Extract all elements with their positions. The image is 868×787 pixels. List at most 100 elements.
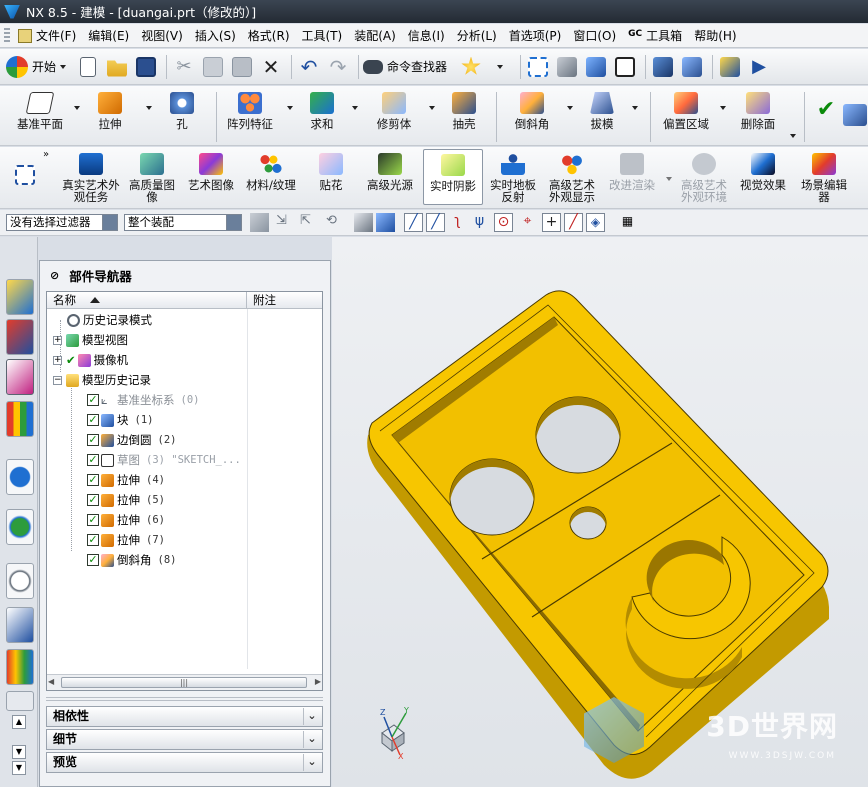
unite-button[interactable]: 求和 [302,92,342,130]
advanced-studio-display-button[interactable]: 高级艺术外观显示 [544,153,600,203]
datum-plane-button[interactable]: 基准平面 [10,92,70,130]
high-quality-image-button[interactable]: 高质量图像 [124,153,180,203]
select-body-icon[interactable]: ⟲ [326,213,345,232]
offset-region-button[interactable]: 偏置区域 [656,92,716,130]
snap-intersection-icon[interactable]: ψ [470,213,489,232]
chevron-down-icon[interactable] [632,106,638,110]
grid-icon[interactable]: ▦ [618,213,637,232]
select-edge-icon[interactable]: ⇱ [300,213,319,232]
open-button[interactable] [104,53,130,81]
save-button[interactable] [133,53,159,81]
tree-item-extrude-7[interactable]: ✓ 拉伸 (7) [87,530,165,550]
menu-preferences[interactable]: 首选项(P) [509,27,562,44]
checkbox[interactable]: ✓ [87,494,99,506]
checkbox[interactable]: ✓ [87,514,99,526]
pattern-feature-button[interactable]: 阵列特征 [222,92,278,130]
pin-icon[interactable]: ⊘ [50,269,59,282]
hd3d-tools-tab[interactable] [6,459,34,495]
new-button[interactable] [75,53,101,81]
chevron-down-icon[interactable] [146,106,152,110]
menu-toolbox[interactable]: GC 工具箱 [628,27,682,44]
scene-editor-button[interactable]: 场景编辑器 [796,153,852,203]
name-column-header[interactable]: 名称 [47,292,247,308]
help-button[interactable] [717,53,743,81]
history-tab[interactable] [6,563,34,599]
menu-view[interactable]: 视图(V) [141,27,183,44]
menu-tools[interactable]: 工具(T) [302,27,343,44]
material-texture-button[interactable]: 材料/纹理 [244,153,298,191]
scroll-up-button[interactable]: ▲ [12,715,26,729]
dropdown-button[interactable] [487,53,513,81]
snap-point-on-face-icon[interactable]: ◈ [586,213,605,232]
wcs-button[interactable] [650,53,676,81]
chevron-down-icon[interactable] [287,106,293,110]
web-browser-tab[interactable] [6,509,34,545]
tree-item-edge-blend[interactable]: ✓ 边倒圆 (2) [87,430,176,450]
menu-file[interactable]: 文件(F) [18,27,76,44]
selection-filter-dropdown[interactable]: 没有选择过滤器 [6,214,118,231]
tree-item-extrude-4[interactable]: ✓ 拉伸 (4) [87,470,165,490]
checkbox[interactable]: ✓ [87,554,99,566]
menu-information[interactable]: 信息(I) [408,27,445,44]
select-solid-icon[interactable] [354,213,373,232]
note-column-header[interactable]: 附注 [247,292,276,308]
snap-existing-point-icon[interactable]: + [542,213,561,232]
system-materials-tab[interactable] [6,607,34,643]
chevron-down-icon[interactable] [720,106,726,110]
expand-icon[interactable]: + [53,335,62,345]
constraint-navigator-tab[interactable] [6,319,34,355]
tree-item-history-mode[interactable]: 历史记录模式 [67,310,152,330]
more-chevron-button[interactable]: » [40,149,52,161]
toolbar-options-button[interactable] [12,165,38,189]
checkbox[interactable]: ✓ [87,414,99,426]
scroll-bottom-button[interactable]: ▼ [12,761,26,775]
preview-panel[interactable]: 预览 ⌄ [46,752,323,773]
trim-body-button[interactable]: 修剪体 [370,92,418,130]
playback-button[interactable]: ▶ [746,53,772,81]
artistic-image-button[interactable]: 艺术图像 [184,153,238,191]
delete-button[interactable]: ✕ [258,53,284,81]
real-time-shadows-button[interactable]: 实时阴影 [423,149,483,205]
general-select-icon[interactable] [250,213,269,232]
roles-tab[interactable] [6,691,34,711]
chevron-down-icon[interactable] [429,106,435,110]
chevron-down-icon[interactable] [666,177,672,181]
assembly-tool-button[interactable] [842,104,868,130]
horizontal-scrollbar[interactable]: ◀ ||| ▶ [47,674,322,690]
menu-edit[interactable]: 编辑(E) [88,27,129,44]
background-button[interactable] [612,53,638,81]
navigator-tree[interactable]: 名称 附注 历史记录模式 + 模型视图 + ✔ 摄像机 − 模型历史记录 ✓ ⟀… [46,291,323,691]
snap-end-point-icon[interactable]: ╱ [404,213,423,232]
tree-item-cameras[interactable]: + ✔ 摄像机 [53,350,128,370]
assembly-navigator-tab[interactable] [6,279,34,315]
checkbox[interactable]: ✓ [87,394,99,406]
visual-effects-button[interactable]: 视觉效果 [736,153,790,191]
check-button[interactable]: ✔ [812,99,840,121]
paste-button[interactable] [229,53,255,81]
tree-item-datum-csys[interactable]: ✓ ⟀ 基准坐标系 (0) [87,390,199,410]
redo-button[interactable]: ↷ [325,53,351,81]
cut-button[interactable]: ✂ [171,53,197,81]
menu-format[interactable]: 格式(R) [248,27,290,44]
checkbox[interactable]: ✓ [87,454,99,466]
part-navigator-tab[interactable] [6,359,34,395]
tree-item-model-history[interactable]: − 模型历史记录 [53,370,151,390]
render-style-button[interactable] [554,53,580,81]
scrollbar-thumb[interactable]: ||| [61,677,307,688]
extrude-button[interactable]: 拉伸 [90,92,130,130]
studio-environment-button[interactable]: 高级艺术外观环境 [676,153,732,203]
chamfer-button[interactable]: 倒斜角 [508,92,556,130]
checkbox[interactable]: ✓ [87,434,99,446]
menu-help[interactable]: 帮助(H) [694,27,736,44]
tree-item-block[interactable]: ✓ 块 (1) [87,410,153,430]
snap-point-on-curve-icon[interactable]: ╱ [564,213,583,232]
snap-quadrant-icon[interactable]: ⌖ [518,213,537,232]
orient-view-button[interactable] [583,53,609,81]
dependencies-panel[interactable]: 相依性 ⌄ [46,706,323,727]
start-button[interactable]: 开始 [6,53,72,81]
delete-face-button[interactable]: 删除面 [734,92,782,130]
decal-button[interactable]: 贴花 [306,153,356,191]
scroll-right-icon[interactable]: ▶ [315,677,321,686]
snap-mid-point-icon[interactable]: ╱ [426,213,445,232]
scroll-left-icon[interactable]: ◀ [48,677,54,686]
